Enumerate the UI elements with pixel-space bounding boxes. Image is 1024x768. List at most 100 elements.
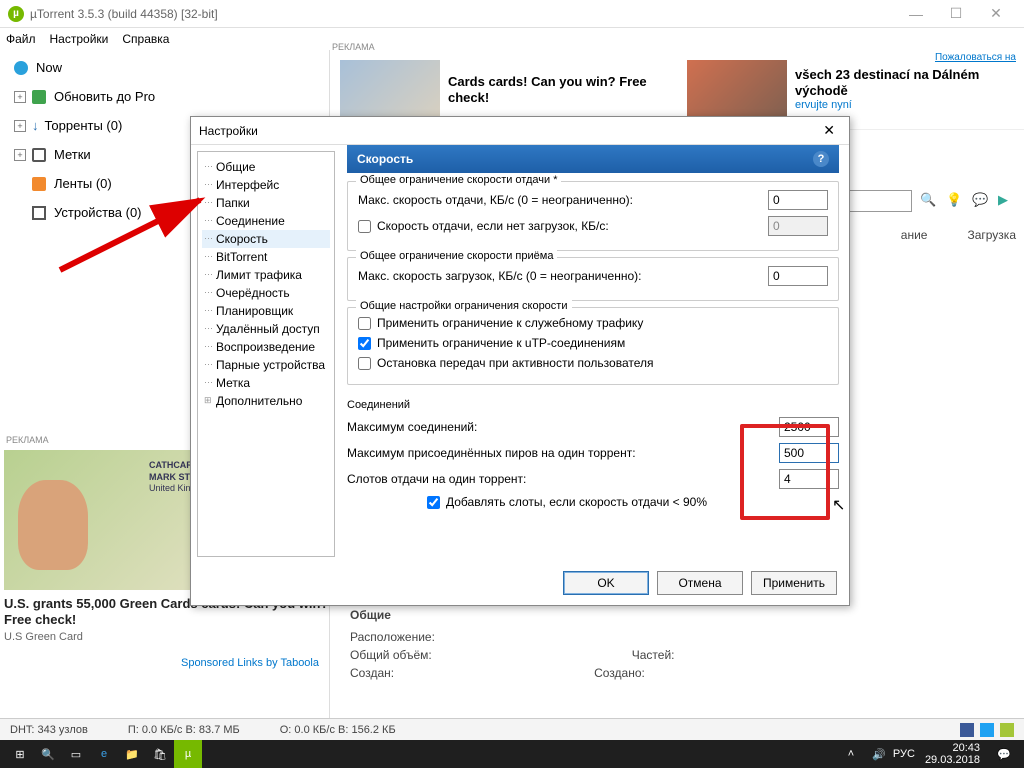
start-button[interactable]: ⊞ (6, 740, 34, 768)
max-peers-label: Максимум присоединённых пиров на один то… (347, 446, 773, 460)
general-info-panel: Общие Расположение: Общий объём: Частей:… (350, 608, 1014, 684)
tray-chevron-icon[interactable]: ˄ (837, 740, 865, 768)
taskbar: ⊞ 🔍 ▭ e 📁 🛍 µ ˄ 🔊 РУС 20:43 29.03.2018 💬 (0, 740, 1024, 768)
twitter-icon[interactable] (980, 723, 994, 737)
edge-icon[interactable]: e (90, 740, 118, 768)
group-connections: Соединений Максимум соединений: Максимум… (347, 391, 839, 523)
device-icon (32, 206, 46, 220)
android-icon[interactable] (1000, 723, 1014, 737)
ad-card-image: CATHCARTMARK STEVEUnited Kingd (4, 450, 214, 590)
limit-stop-checkbox[interactable] (358, 357, 371, 370)
window-titlebar: µ µTorrent 3.5.3 (build 44358) [32-bit] … (0, 0, 1024, 28)
search-icon[interactable]: 🔍 (34, 740, 62, 768)
nav-label[interactable]: Метка (202, 374, 330, 392)
add-slots-label: Добавлять слоты, если скорость отдачи < … (446, 495, 839, 509)
sidebar-label: Устройства (0) (54, 205, 142, 220)
clock-date: 29.03.2018 (925, 754, 980, 766)
sidebar-label: Метки (54, 147, 91, 162)
gen-createdby-label: Создано: (594, 666, 645, 680)
limit-utp-checkbox[interactable] (358, 337, 371, 350)
nav-paired[interactable]: Парные устройства (202, 356, 330, 374)
sidebar-label: Торренты (0) (45, 118, 123, 133)
gen-size-label: Общий объём: (350, 648, 432, 662)
sidebar-item-upgrade[interactable]: + Обновить до Pro (10, 85, 319, 108)
ad-label-side: РЕКЛАМА (6, 435, 49, 445)
nav-bittorrent[interactable]: BitTorrent (202, 248, 330, 266)
close-button[interactable]: ✕ (976, 5, 1016, 22)
sidebar-item-now[interactable]: Now (10, 56, 319, 79)
add-slots-checkbox[interactable] (427, 496, 440, 509)
minimize-button[interactable]: — (896, 6, 936, 22)
dialog-title: Настройки (199, 124, 258, 138)
expand-icon[interactable]: + (14, 120, 26, 132)
gen-location-label: Расположение: (350, 630, 435, 644)
ad-report-link[interactable]: Пожаловаться на (935, 52, 1016, 63)
sidebar-label: Обновить до Pro (54, 89, 155, 104)
nav-scheduler[interactable]: Планировщик (202, 302, 330, 320)
tray-clock[interactable]: 20:43 29.03.2018 (915, 742, 990, 766)
search-icon[interactable]: 🔍 (920, 192, 938, 210)
tray-lang[interactable]: РУС (893, 748, 915, 760)
status-upload: О: 0.0 КБ/с В: 156.2 КБ (280, 724, 396, 736)
lightbulb-icon[interactable]: 💡 (946, 192, 964, 210)
status-download: П: 0.0 КБ/с В: 83.7 МБ (128, 724, 240, 736)
menu-file[interactable]: Файл (6, 32, 36, 46)
nav-interface[interactable]: Интерфейс (202, 176, 330, 194)
social-icons (960, 723, 1014, 737)
limit-service-checkbox[interactable] (358, 317, 371, 330)
notifications-icon[interactable]: 💬 (990, 740, 1018, 768)
utorrent-taskbar-icon[interactable]: µ (174, 740, 202, 768)
tag-icon (32, 148, 46, 162)
settings-nav: Общие Интерфейс Папки Соединение Скорост… (191, 145, 341, 563)
expand-icon[interactable]: + (14, 149, 26, 161)
store-icon[interactable]: 🛍 (146, 740, 174, 768)
alt-upload-input (768, 216, 828, 236)
volume-icon[interactable]: 🔊 (865, 740, 893, 768)
nav-remote[interactable]: Удалённый доступ (202, 320, 330, 338)
clock-time: 20:43 (925, 742, 980, 754)
sidebar-label: Ленты (0) (54, 176, 112, 191)
tab-download[interactable]: Загрузка (967, 228, 1016, 242)
nav-advanced[interactable]: Дополнительно (202, 392, 330, 410)
ad-sponsor-link[interactable]: Sponsored Links by Taboola (4, 657, 329, 669)
slots-input[interactable] (779, 469, 839, 489)
nav-connection[interactable]: Соединение (202, 212, 330, 230)
nav-folders[interactable]: Папки (202, 194, 330, 212)
ok-button[interactable]: OK (563, 571, 649, 595)
tab-status[interactable]: ание (901, 228, 928, 242)
facebook-icon[interactable] (960, 723, 974, 737)
general-title: Общие (350, 608, 1014, 622)
nav-speed[interactable]: Скорость (202, 230, 330, 248)
sidebar-label: Now (36, 60, 62, 75)
dialog-titlebar: Настройки ✕ (191, 117, 849, 145)
nav-traffic[interactable]: Лимит трафика (202, 266, 330, 284)
dialog-close-button[interactable]: ✕ (817, 122, 841, 139)
now-icon (14, 61, 28, 75)
play-icon[interactable]: ▶ (998, 192, 1016, 210)
explorer-icon[interactable]: 📁 (118, 740, 146, 768)
dialog-buttons: OK Отмена Применить (563, 571, 837, 595)
nav-playback[interactable]: Воспроизведение (202, 338, 330, 356)
apply-button[interactable]: Применить (751, 571, 837, 595)
alt-upload-checkbox[interactable] (358, 220, 371, 233)
cancel-button[interactable]: Отмена (657, 571, 743, 595)
chat-icon[interactable]: 💬 (972, 192, 990, 210)
nav-queue[interactable]: Очерёдность (202, 284, 330, 302)
group-title: Общее ограничение скорости отдачи * (356, 174, 561, 186)
help-icon[interactable]: ? (813, 151, 829, 167)
max-conn-input[interactable] (779, 417, 839, 437)
ad-text: všech 23 destinací na Dálném východě (795, 67, 1014, 98)
settings-pane: Скорость ? Общее ограничение скорости от… (341, 145, 849, 563)
taskview-icon[interactable]: ▭ (62, 740, 90, 768)
ad-subtext: ervujte nyní (795, 99, 1014, 112)
max-peers-input[interactable] (779, 443, 839, 463)
max-download-input[interactable] (768, 266, 828, 286)
max-upload-label: Макс. скорость отдачи, КБ/с (0 = неогран… (358, 193, 762, 207)
nav-general[interactable]: Общие (202, 158, 330, 176)
expand-icon[interactable]: + (14, 91, 26, 103)
menu-settings[interactable]: Настройки (50, 32, 109, 46)
maximize-button[interactable]: ☐ (936, 5, 976, 22)
max-upload-input[interactable] (768, 190, 828, 210)
menu-help[interactable]: Справка (122, 32, 169, 46)
arrow-down-icon: ↓ (32, 118, 39, 133)
